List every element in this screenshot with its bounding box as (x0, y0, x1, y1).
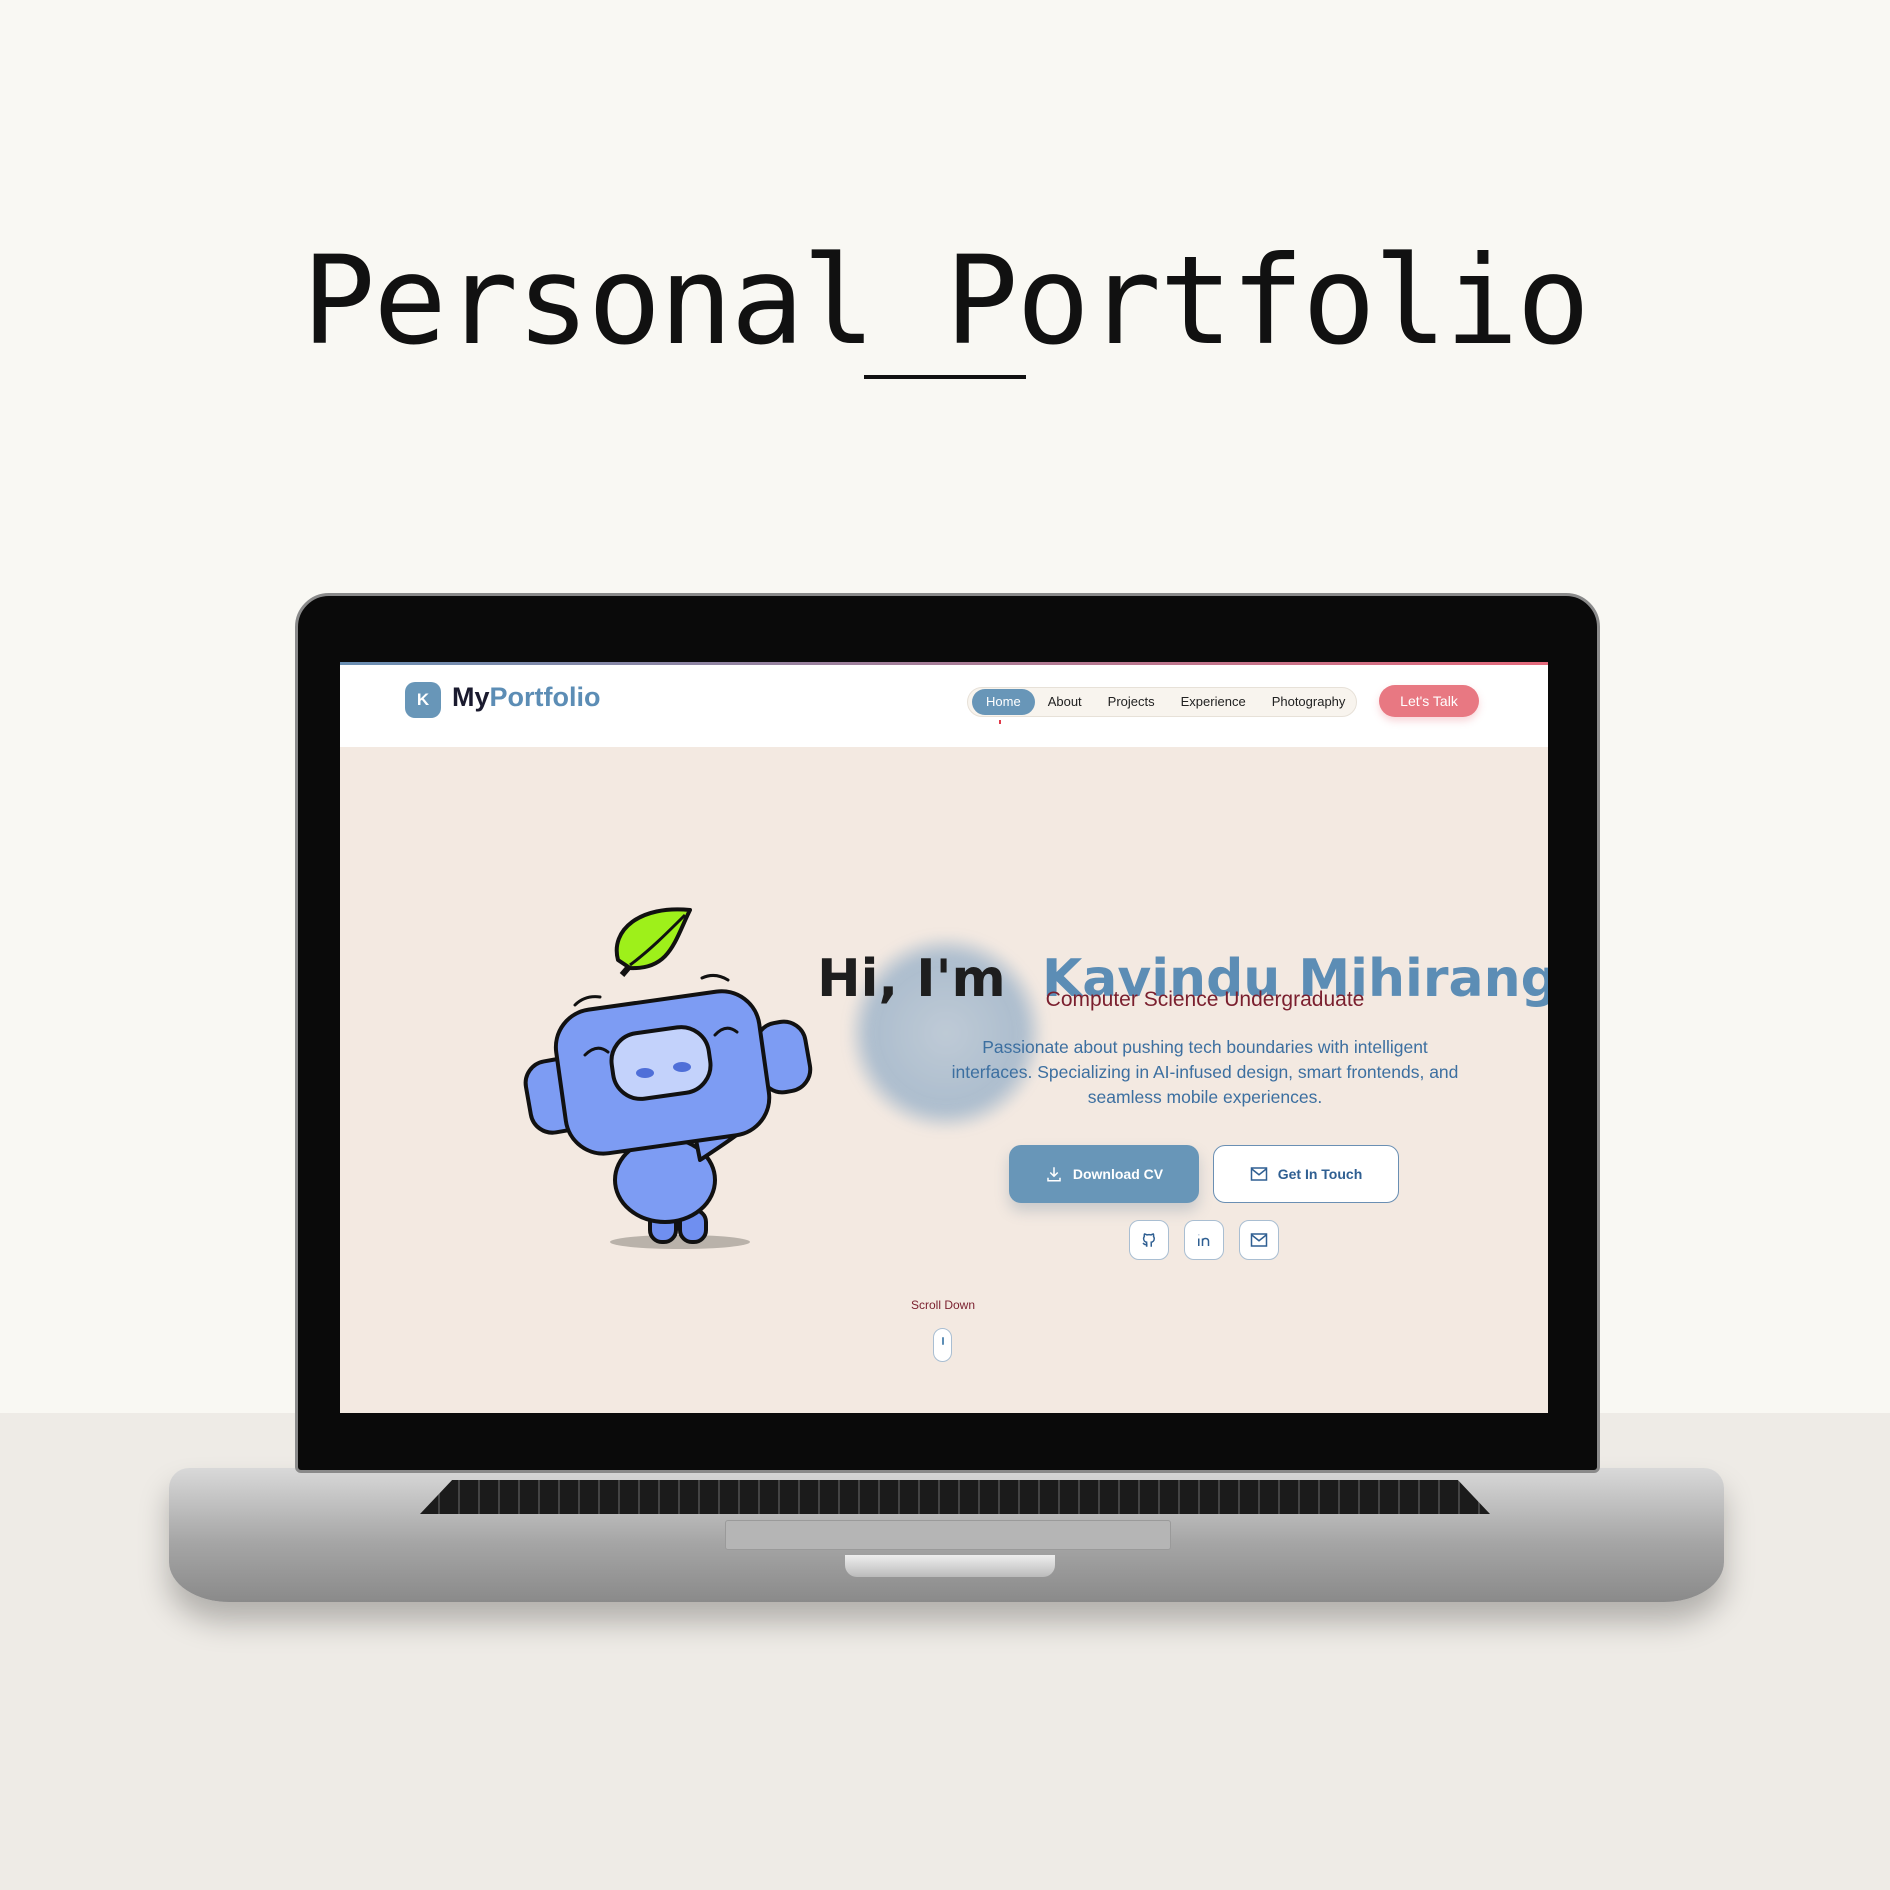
nav-experience[interactable]: Experience (1168, 689, 1259, 715)
logo-my: My (452, 682, 490, 712)
download-icon (1047, 1167, 1061, 1182)
nav-home[interactable]: Home (972, 689, 1035, 715)
linkedin-link[interactable] (1184, 1220, 1224, 1260)
download-cv-label: Download CV (1072, 1166, 1164, 1182)
laptop-keyboard (420, 1480, 1490, 1514)
scroll-mouse-icon[interactable] (933, 1328, 952, 1362)
page-headline: Personal Portfolio (301, 230, 1590, 372)
laptop-screen: K MyPortfolio Home About Projects Experi… (340, 662, 1548, 1413)
mail-icon (1250, 1233, 1268, 1247)
logo-portfolio: Portfolio (489, 682, 601, 712)
logo-badge[interactable]: K (405, 682, 441, 718)
lets-talk-button[interactable]: Let's Talk (1379, 685, 1479, 717)
email-link[interactable] (1239, 1220, 1279, 1260)
nav-photography[interactable]: Photography (1259, 689, 1359, 715)
mouse-wheel (942, 1337, 944, 1345)
nav-menu: Home About Projects Experience Photograp… (967, 687, 1357, 717)
nav-about[interactable]: About (1035, 689, 1095, 715)
github-link[interactable] (1129, 1220, 1169, 1260)
download-cv-button[interactable]: Download CV (1009, 1145, 1199, 1203)
linkedin-icon (1198, 1234, 1210, 1246)
navbar: K MyPortfolio Home About Projects Experi… (340, 665, 1548, 747)
headline-underline (864, 375, 1026, 379)
laptop-trackpad (725, 1520, 1171, 1550)
logo-text[interactable]: MyPortfolio (452, 682, 601, 713)
laptop-notch (845, 1555, 1055, 1577)
get-in-touch-button[interactable]: Get In Touch (1213, 1145, 1399, 1203)
active-indicator (999, 720, 1001, 724)
hero-description: Passionate about pushing tech boundaries… (951, 1037, 1459, 1107)
get-in-touch-label: Get In Touch (1277, 1166, 1363, 1182)
nav-projects[interactable]: Projects (1095, 689, 1168, 715)
scroll-down-label: Scroll Down (910, 1298, 976, 1312)
hero-subtitle: Computer Science Undergraduate (1045, 988, 1365, 1011)
github-icon (1142, 1233, 1156, 1247)
mascot-illustration (523, 907, 813, 1249)
mail-icon (1250, 1167, 1267, 1181)
